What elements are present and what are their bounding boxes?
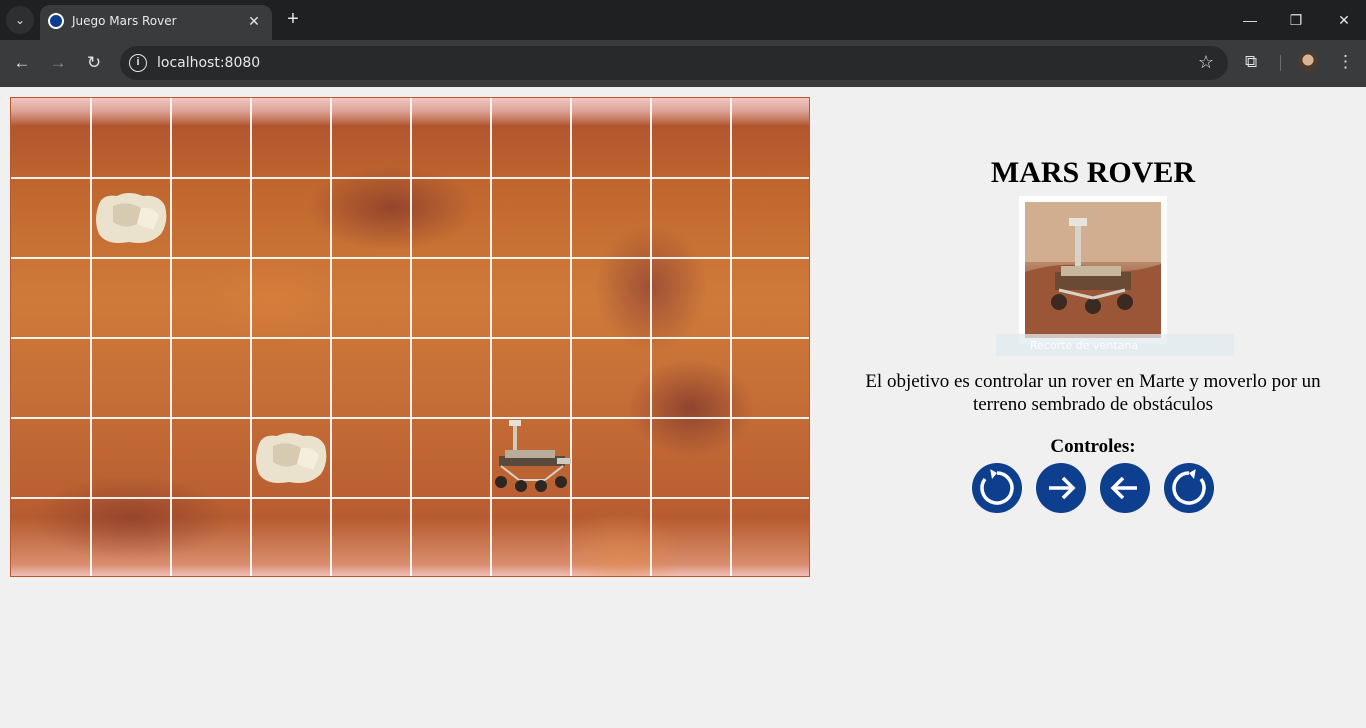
minimize-icon[interactable]: —	[1238, 8, 1262, 32]
rotate-left-icon	[980, 469, 1014, 505]
site-info-icon[interactable]: i	[129, 54, 147, 72]
grid-line	[11, 497, 809, 499]
url-text[interactable]: localhost:8080	[157, 55, 260, 71]
nasa-favicon-icon	[48, 13, 64, 29]
move-backward-button[interactable]	[1100, 463, 1150, 513]
arrow-left-icon	[1110, 476, 1137, 500]
game-description: El objetivo es controlar un rover en Mar…	[865, 371, 1321, 415]
browser-toolbar: ← → ↻ i localhost:8080 ☆ ⧉ ⋮	[0, 40, 1366, 87]
obstacle-rock	[93, 190, 169, 246]
grid-line	[11, 177, 809, 179]
grid-line	[11, 337, 809, 339]
close-icon[interactable]: ✕	[244, 11, 264, 31]
grid-line	[11, 417, 809, 419]
menu-icon[interactable]: ⋮	[1337, 52, 1354, 72]
reload-icon[interactable]: ↻	[81, 50, 107, 76]
controls-label: Controles:	[1050, 436, 1136, 457]
close-window-icon[interactable]: ✕	[1332, 8, 1356, 32]
game-board	[10, 97, 810, 577]
bookmark-star-icon[interactable]: ☆	[1198, 52, 1214, 73]
tab-title: Juego Mars Rover	[72, 14, 177, 28]
browser-tab[interactable]: Juego Mars Rover ✕	[40, 5, 272, 40]
new-tab-icon[interactable]: +	[282, 8, 304, 30]
address-bar[interactable]: i localhost:8080 ☆	[120, 46, 1228, 80]
arrow-right-icon	[1049, 476, 1076, 500]
profile-avatar[interactable]	[1298, 52, 1318, 72]
rotate-right-icon	[1172, 469, 1206, 505]
snip-label: Recorte de ventana	[1030, 339, 1139, 352]
toolbar-divider	[1280, 55, 1281, 71]
browser-tab-bar: ⌄ Juego Mars Rover ✕ + — ❐ ✕	[0, 0, 1366, 40]
rover-sprite	[491, 418, 575, 498]
restore-icon[interactable]: ❐	[1284, 8, 1308, 32]
obstacle-rock	[253, 430, 329, 486]
forward-icon[interactable]: →	[45, 50, 71, 76]
rover-photo	[1019, 196, 1167, 344]
extensions-icon[interactable]: ⧉	[1245, 52, 1257, 72]
move-forward-button[interactable]	[1036, 463, 1086, 513]
rotate-right-button[interactable]	[1164, 463, 1214, 513]
back-icon[interactable]: ←	[9, 50, 35, 76]
page-title: MARS ROVER	[990, 156, 1196, 189]
rotate-left-button[interactable]	[972, 463, 1022, 513]
grid-line	[11, 257, 809, 259]
tab-search-icon[interactable]: ⌄	[6, 6, 34, 34]
